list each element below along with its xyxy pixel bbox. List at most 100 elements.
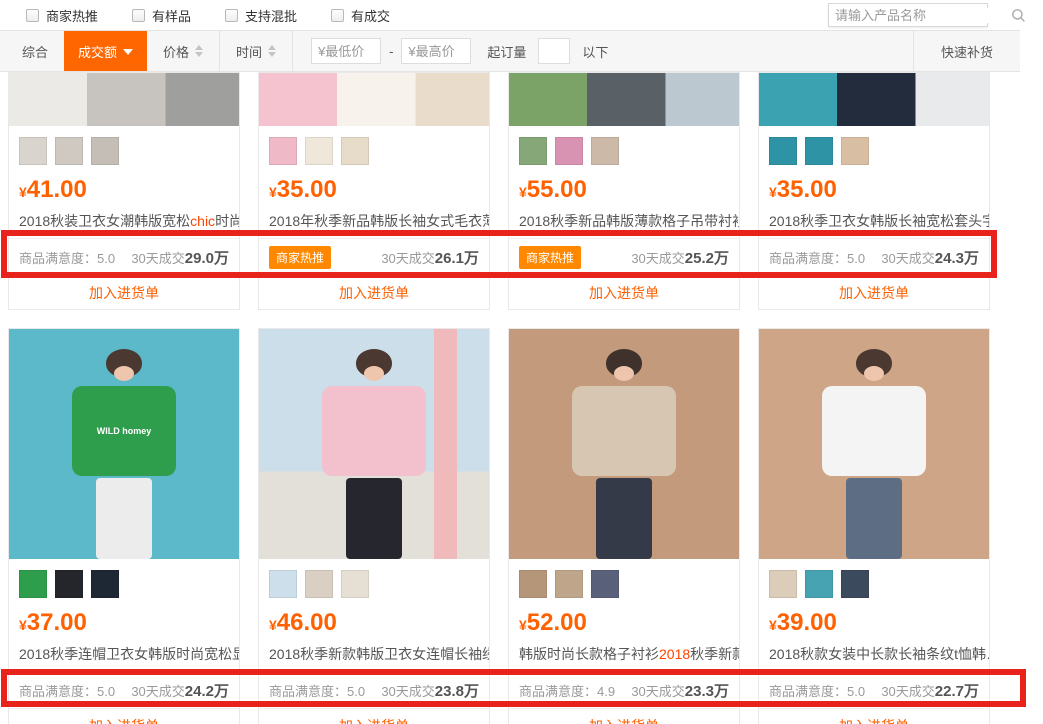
product-image[interactable] <box>759 329 989 559</box>
sort-arrows-icon <box>268 45 276 57</box>
product-image[interactable] <box>259 329 489 559</box>
thumbnail[interactable] <box>841 137 869 165</box>
thumbnail[interactable] <box>555 570 583 598</box>
satisfaction-value: 4.9 <box>597 684 615 699</box>
deal-volume-text: 30天成交24.2万 <box>131 680 229 701</box>
add-to-cart-button[interactable]: 加入进货单 <box>9 708 239 724</box>
sort-time[interactable]: 时间 <box>220 31 292 71</box>
thumbnail[interactable] <box>305 570 333 598</box>
thumbnail[interactable] <box>519 137 547 165</box>
figure-garment: WILD homey <box>72 386 176 476</box>
min-price-input[interactable] <box>311 38 381 64</box>
deal-volume-text: 30天成交23.3万 <box>631 680 729 701</box>
model-figure <box>509 329 739 559</box>
thumbnail[interactable] <box>19 137 47 165</box>
checkbox-has-sample[interactable]: 有样品 <box>132 6 191 25</box>
sort-label: 时间 <box>236 42 262 61</box>
thumbnail[interactable] <box>769 570 797 598</box>
checkbox-label: 商家热推 <box>46 6 98 25</box>
satisfaction-row: 商品满意度：5.0 30天成交29.0万 <box>9 238 239 275</box>
sort-volume-active[interactable]: 成交额 <box>64 31 147 71</box>
thumbnail[interactable] <box>55 570 83 598</box>
thumbnail[interactable] <box>805 570 833 598</box>
deal-value: 25.2万 <box>685 250 729 267</box>
add-to-cart-button[interactable]: 加入进货单 <box>259 275 489 309</box>
moq-label: 起订量 <box>487 42 526 61</box>
product-card: ¥52.00 韩版时尚长款格子衬衫2018秋季新款… 商品满意度：4.9 30天… <box>508 328 740 724</box>
deal-value: 23.8万 <box>435 683 479 700</box>
deal-value: 24.3万 <box>935 250 979 267</box>
quick-restock-button[interactable]: 快速补货 <box>913 31 1020 71</box>
add-to-cart-button[interactable]: 加入进货单 <box>509 275 739 309</box>
search-input[interactable] <box>835 8 1011 23</box>
product-listing-page: 商家热推 有样品 支持混批 有成交 综合 成交额 <box>0 0 1043 724</box>
sort-price[interactable]: 价格 <box>147 31 219 71</box>
product-image[interactable] <box>509 329 739 559</box>
thumbnail[interactable] <box>19 570 47 598</box>
satisfaction-row: 商品满意度：5.0 30天成交23.8万 <box>259 671 489 708</box>
currency-symbol: ¥ <box>769 184 777 200</box>
sort-bar: 综合 成交额 价格 时间 - 起订量 以下 快速补货 <box>0 30 1020 72</box>
checkbox-has-deals[interactable]: 有成交 <box>331 6 390 25</box>
sort-label: 价格 <box>163 42 189 61</box>
sort-comprehensive[interactable]: 综合 <box>6 31 64 71</box>
product-title[interactable]: 2018秋季卫衣女韩版长袖宽松套头字 <box>759 211 989 231</box>
thumbnail[interactable] <box>55 137 83 165</box>
add-to-cart-button[interactable]: 加入进货单 <box>509 708 739 724</box>
sort-label: 成交额 <box>78 42 117 61</box>
thumbnail[interactable] <box>341 570 369 598</box>
add-to-cart-button[interactable]: 加入进货单 <box>759 275 989 309</box>
product-title[interactable]: 2018秋季新款韩版卫衣女连帽长袖绣… <box>259 644 489 664</box>
currency-symbol: ¥ <box>769 617 777 633</box>
product-image[interactable] <box>759 73 989 126</box>
deal-volume-text: 30天成交25.2万 <box>631 247 729 268</box>
checkbox-hot-push[interactable]: 商家热推 <box>26 6 98 25</box>
currency-symbol: ¥ <box>19 617 27 633</box>
product-title[interactable]: 韩版时尚长款格子衬衫2018秋季新款… <box>509 644 739 664</box>
thumbnail[interactable] <box>841 570 869 598</box>
product-title[interactable]: 2018年秋季新品韩版长袖女式毛衣薄 <box>259 211 489 231</box>
price-value: 35.00 <box>277 176 337 203</box>
product-price: ¥35.00 <box>759 165 989 204</box>
model-figure: WILD homey <box>9 329 239 559</box>
checkbox-icon[interactable] <box>331 9 344 22</box>
add-to-cart-button[interactable]: 加入进货单 <box>259 708 489 724</box>
product-image[interactable]: WILD homey <box>9 329 239 559</box>
thumbnail[interactable] <box>91 570 119 598</box>
checkbox-icon[interactable] <box>132 9 145 22</box>
product-image[interactable] <box>9 73 239 126</box>
product-image[interactable] <box>509 73 739 126</box>
thumbnail-row <box>259 126 489 165</box>
product-card: ¥35.00 2018年秋季新品韩版长袖女式毛衣薄 商家热推 30天成交26.1… <box>258 72 490 310</box>
checkbox-icon[interactable] <box>26 9 39 22</box>
thumbnail[interactable] <box>91 137 119 165</box>
thumbnail[interactable] <box>769 137 797 165</box>
thumbnail[interactable] <box>269 137 297 165</box>
product-title[interactable]: 2018秋装卫衣女潮韩版宽松chic时尚 <box>9 211 239 231</box>
checkbox-icon[interactable] <box>225 9 238 22</box>
search-icon[interactable] <box>1011 8 1026 23</box>
model-figure <box>759 329 989 559</box>
thumbnail[interactable] <box>805 137 833 165</box>
thumbnail[interactable] <box>305 137 333 165</box>
thumbnail[interactable] <box>519 570 547 598</box>
product-image[interactable] <box>259 73 489 126</box>
price-value: 55.00 <box>527 176 587 203</box>
thumbnail[interactable] <box>591 137 619 165</box>
divider <box>292 30 293 72</box>
checkbox-mixed-batch[interactable]: 支持混批 <box>225 6 297 25</box>
thumbnail[interactable] <box>555 137 583 165</box>
product-title[interactable]: 2018秋款女装中长款长袖条纹t恤韩… <box>759 644 989 664</box>
deal-value: 22.7万 <box>935 683 979 700</box>
product-title[interactable]: 2018秋季新品韩版薄款格子吊带衬衫 <box>509 211 739 231</box>
add-to-cart-button[interactable]: 加入进货单 <box>759 708 989 724</box>
thumbnail[interactable] <box>591 570 619 598</box>
add-to-cart-button[interactable]: 加入进货单 <box>9 275 239 309</box>
satisfaction-row: 商品满意度：5.0 30天成交24.3万 <box>759 238 989 275</box>
thumbnail[interactable] <box>269 570 297 598</box>
moq-input[interactable] <box>538 38 570 64</box>
max-price-input[interactable] <box>401 38 471 64</box>
thumbnail[interactable] <box>341 137 369 165</box>
product-title[interactable]: 2018秋季连帽卫衣女韩版时尚宽松显… <box>9 644 239 664</box>
model-figure <box>259 329 489 559</box>
